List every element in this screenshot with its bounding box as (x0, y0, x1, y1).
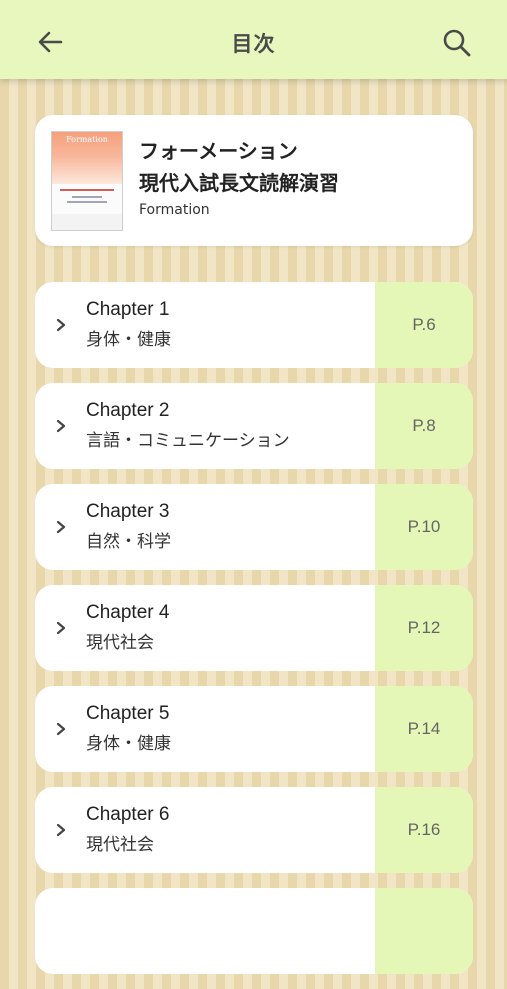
chapter-page: P.10 (375, 484, 473, 570)
chapter-title: Chapter 1 (86, 299, 170, 320)
chapter-subtitle: 身体・健康 (86, 734, 171, 754)
chapter-item-3[interactable]: Chapter 3 自然・科学 P.10 (35, 484, 473, 570)
chevron-right-icon (56, 823, 66, 837)
chapter-page (375, 888, 473, 974)
chapter-page: P.16 (375, 787, 473, 873)
chapter-title: Chapter 2 (86, 400, 170, 421)
chapter-title: Chapter 3 (86, 501, 170, 522)
book-title-line1: フォーメーション (139, 139, 298, 163)
chevron-right-icon (56, 520, 66, 534)
book-info-card: Formation フォーメーション 現代入試長文読解演習 Formation (35, 115, 473, 246)
chapter-page: P.6 (375, 282, 473, 368)
cover-title: Formation (66, 135, 108, 144)
book-subtitle: Formation (139, 202, 210, 218)
chapter-page: P.12 (375, 585, 473, 671)
chapter-title: Chapter 6 (86, 804, 170, 825)
chapter-item-1[interactable]: Chapter 1 身体・健康 P.6 (35, 282, 473, 368)
book-title: フォーメーション 現代入試長文読解演習 (139, 135, 339, 199)
chapter-title: Chapter 5 (86, 703, 170, 724)
book-cover-image: Formation (51, 131, 123, 231)
chevron-right-icon (56, 621, 66, 635)
chapter-item-7[interactable] (35, 888, 473, 974)
chapter-subtitle: 身体・健康 (86, 330, 171, 350)
chevron-right-icon (56, 419, 66, 433)
chapter-subtitle: 自然・科学 (86, 532, 171, 552)
app-header: 目次 (0, 0, 507, 79)
chapter-subtitle: 現代社会 (86, 633, 154, 653)
chapter-subtitle: 言語・コミュニケーション (86, 431, 290, 451)
book-title-line2: 現代入試長文読解演習 (139, 171, 339, 195)
chapter-page: P.8 (375, 383, 473, 469)
search-icon[interactable] (442, 28, 472, 58)
chapter-list: Chapter 1 身体・健康 P.6 Chapter 2 言語・コミュニケーシ… (35, 282, 473, 989)
chevron-right-icon (56, 318, 66, 332)
chapter-page: P.14 (375, 686, 473, 772)
chapter-subtitle: 現代社会 (86, 835, 154, 855)
chapter-item-6[interactable]: Chapter 6 現代社会 P.16 (35, 787, 473, 873)
page-title: 目次 (231, 32, 276, 56)
chapter-item-4[interactable]: Chapter 4 現代社会 P.12 (35, 585, 473, 671)
chapter-item-5[interactable]: Chapter 5 身体・健康 P.14 (35, 686, 473, 772)
chevron-right-icon (56, 722, 66, 736)
chapter-title: Chapter 4 (86, 602, 170, 623)
chapter-item-2[interactable]: Chapter 2 言語・コミュニケーション P.8 (35, 383, 473, 469)
